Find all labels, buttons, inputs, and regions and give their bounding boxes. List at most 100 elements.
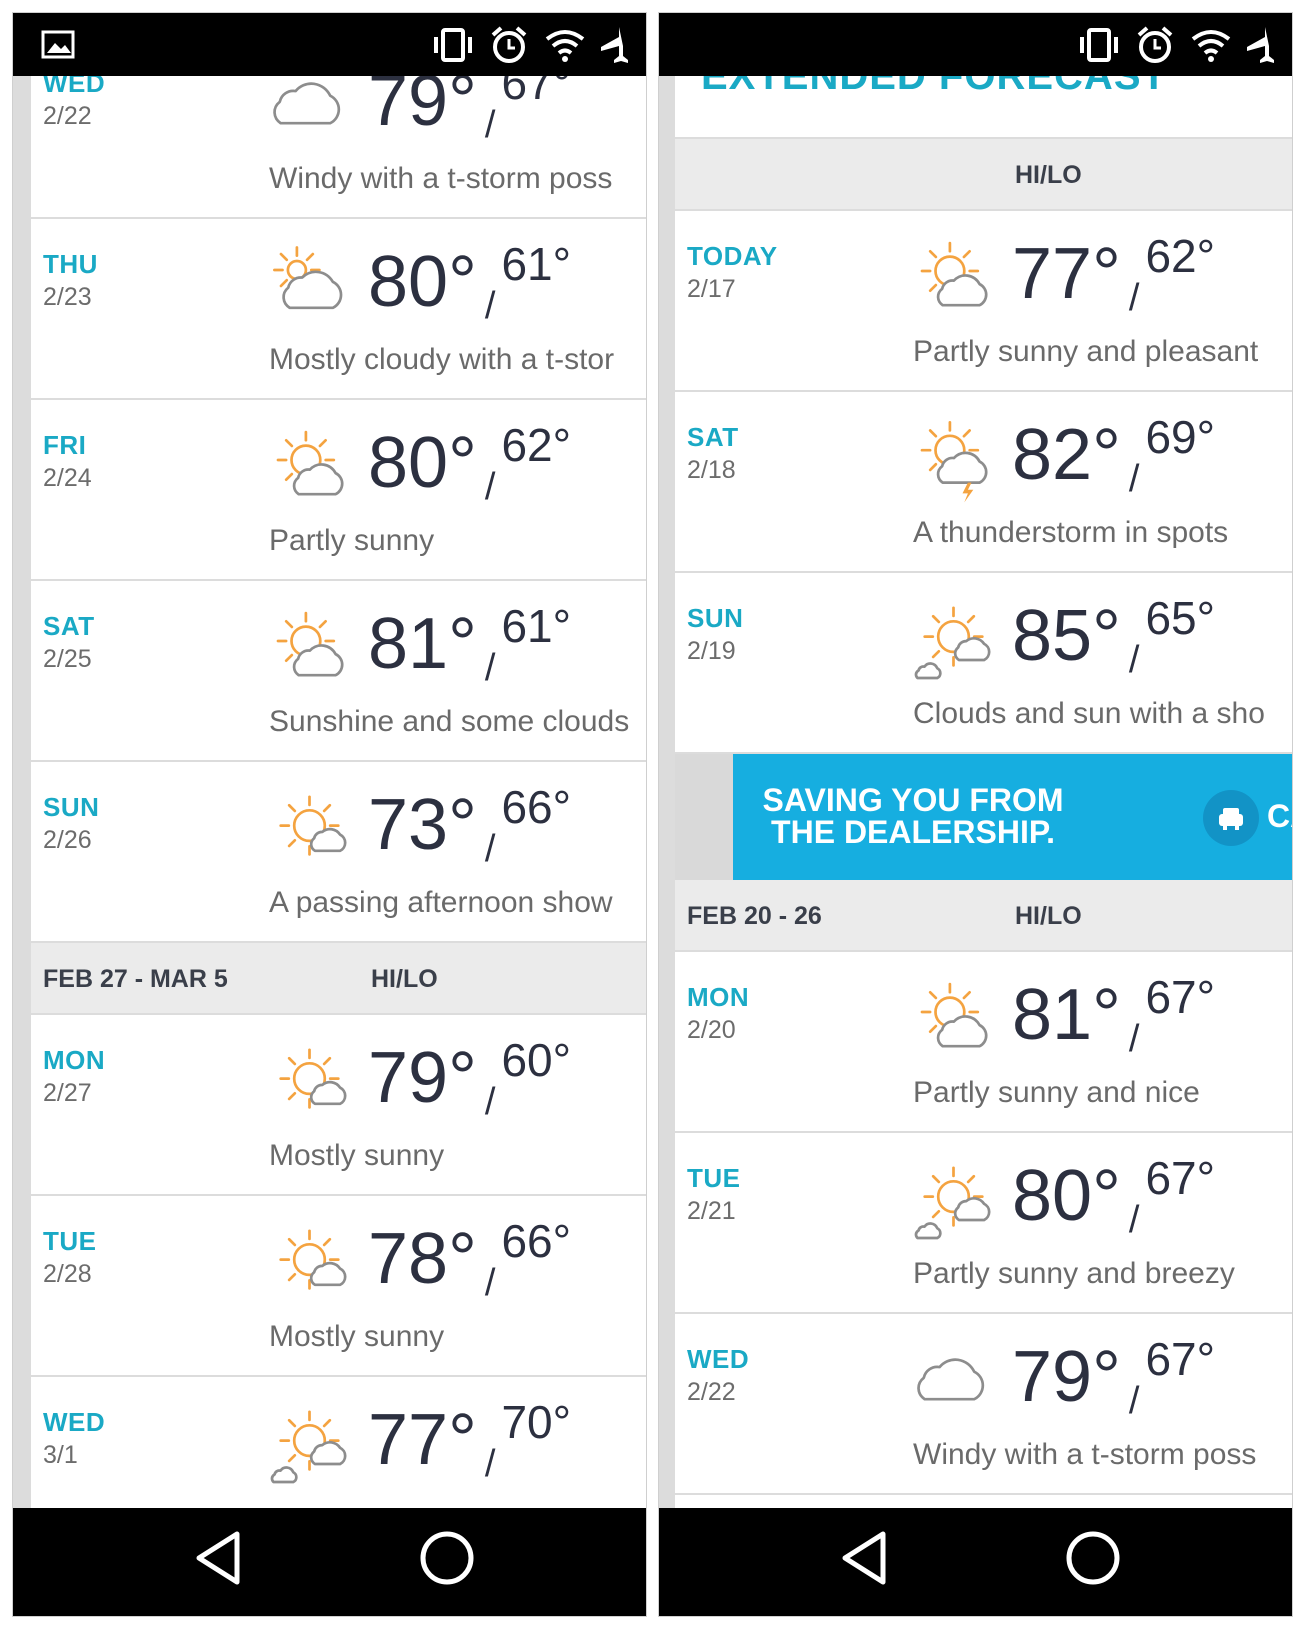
low-temperature: 67° xyxy=(1145,1333,1216,1385)
temperature-separator: / xyxy=(1128,458,1140,500)
day-forecast-row[interactable]: WED 2/22 79°/67° Windy with a t-storm po… xyxy=(675,1314,1292,1495)
forecast-scroll-view[interactable]: WED 2/22 79°/67° Windy with a t-storm po… xyxy=(13,76,646,1508)
forecast-scroll-view[interactable]: EXTENDED FORECAST HI/LO TODAY 2/17 77°/6… xyxy=(659,76,1292,1508)
day-name: SUN xyxy=(43,792,100,822)
day-forecast-row[interactable]: SAT 2/25 81°/61° Sunshine and some cloud… xyxy=(31,581,646,762)
low-temperature: 65° xyxy=(1145,592,1216,644)
temperature-separator: / xyxy=(484,1443,496,1485)
temperature-block: 79°/67° xyxy=(1012,1332,1215,1423)
week-section-header: FEB 27 - MAR 5 HI/LO xyxy=(31,943,646,1015)
day-forecast-row[interactable]: SUN 2/26 73°/66° A passing afternoon sho… xyxy=(31,762,646,943)
day-name: MON xyxy=(687,982,750,1012)
sun-behind-cloud-icon xyxy=(273,246,343,310)
low-temperature: 67° xyxy=(1145,1152,1216,1204)
left-gutter xyxy=(659,76,675,1508)
high-temperature: 79° xyxy=(368,1038,477,1118)
day-name: TUE xyxy=(43,1226,97,1256)
day-forecast-row[interactable]: TUE 2/21 80°/67° Partly sunny and breezy xyxy=(675,1133,1292,1314)
temperature-block: 85°/65° xyxy=(1012,591,1215,682)
high-temperature: 77° xyxy=(1012,234,1121,314)
high-temperature: 79° xyxy=(368,76,477,141)
temperature-separator: / xyxy=(1128,1380,1140,1422)
high-temperature: 80° xyxy=(368,423,477,503)
weather-phrase: Mostly cloudy with a t-stor xyxy=(269,343,615,376)
ad-box[interactable]: SAVING YOU FROM THE DEALERSHIP. CA xyxy=(733,754,1292,880)
week-section-header: FEB 20 - 26 HI/LO xyxy=(675,880,1292,952)
day-forecast-row[interactable]: MON 2/20 81°/67° Partly sunny and nice xyxy=(675,952,1292,1133)
day-date: 2/21 xyxy=(687,1197,736,1225)
low-temperature: 60° xyxy=(501,1034,572,1086)
back-icon[interactable] xyxy=(839,1528,889,1588)
temperature-separator: / xyxy=(484,466,496,508)
day-date: 2/26 xyxy=(43,826,92,854)
ad-headline-line-2: THE DEALERSHIP. xyxy=(771,814,1055,850)
day-name: SUN xyxy=(687,603,744,633)
ad-cta-text: CA xyxy=(1267,798,1292,834)
day-forecast-row[interactable]: SUN 2/19 85°/65° Clouds and sun with a s… xyxy=(675,573,1292,754)
day-forecast-row[interactable]: WED 2/22 79°/67° Windy with a t-storm po… xyxy=(31,76,646,219)
temperature-block: 81°/67° xyxy=(1012,970,1215,1061)
mostly-sunny-icon xyxy=(279,1229,347,1290)
day-forecast-row[interactable]: WED 3/1 77°/70° xyxy=(31,1377,646,1508)
temperature-separator: / xyxy=(1128,639,1140,681)
gallery-notification-icon xyxy=(41,30,75,59)
weather-phrase: A thunderstorm in spots xyxy=(913,516,1229,549)
temperature-separator: / xyxy=(1128,1199,1140,1241)
day-date: 2/24 xyxy=(43,464,92,492)
day-date: 2/17 xyxy=(687,275,736,303)
wifi-icon xyxy=(1191,30,1231,62)
car-icon xyxy=(1203,790,1259,846)
day-forecast-row[interactable]: MON 2/27 79°/60° Mostly sunny xyxy=(31,1015,646,1196)
day-forecast-row[interactable]: FRI 2/24 80°/62° Partly sunny xyxy=(31,400,646,581)
status-bar xyxy=(13,13,646,76)
temperature-block: 80°/62° xyxy=(368,418,571,509)
day-name: THU xyxy=(43,249,98,279)
back-icon[interactable] xyxy=(193,1528,243,1588)
day-date: 2/18 xyxy=(687,456,736,484)
high-temperature: 85° xyxy=(1012,596,1121,676)
day-forecast-row[interactable]: THU 2/23 80°/61° Mostly cloudy with a t-… xyxy=(31,219,646,400)
sun-and-clouds-shower-icon xyxy=(914,606,991,680)
day-forecast-row[interactable]: TODAY 2/17 77°/62° Partly sunny and plea… xyxy=(675,211,1292,392)
weather-phrase: Sunshine and some clouds xyxy=(269,705,630,738)
temperature-separator: / xyxy=(484,104,496,146)
temperature-block: 82°/69° xyxy=(1012,410,1215,501)
high-temperature: 82° xyxy=(1012,415,1121,495)
day-date: 2/25 xyxy=(43,645,92,673)
day-name: SAT xyxy=(43,611,95,641)
day-name: SAT xyxy=(687,422,739,452)
low-temperature: 69° xyxy=(1145,411,1216,463)
weather-phrase: Partly sunny and nice xyxy=(913,1076,1200,1109)
status-bar xyxy=(659,13,1292,76)
partly-sunny-thunderstorm-icon xyxy=(920,420,988,503)
temperature-separator: / xyxy=(1128,277,1140,319)
temperature-block: 80°/67° xyxy=(1012,1151,1215,1242)
daily-forecast-list[interactable]: WED 2/22 79°/67° Windy with a t-storm po… xyxy=(31,76,646,1508)
navigation-bar xyxy=(13,1508,646,1616)
daily-forecast-list[interactable]: EXTENDED FORECAST HI/LO TODAY 2/17 77°/6… xyxy=(675,76,1292,1495)
day-date: 2/20 xyxy=(687,1016,736,1044)
week-range-label: FEB 27 - MAR 5 xyxy=(43,965,228,993)
low-temperature: 61° xyxy=(501,600,572,652)
high-temperature: 81° xyxy=(1012,975,1121,1055)
hi-lo-label: HI/LO xyxy=(371,965,438,993)
home-icon[interactable] xyxy=(1065,1528,1121,1588)
day-date: 2/22 xyxy=(43,102,92,130)
sun-and-clouds-shower-icon xyxy=(914,1166,991,1240)
cloud-icon xyxy=(917,1358,985,1401)
sun-and-clouds-shower-icon xyxy=(270,1410,347,1484)
advertisement-banner[interactable]: SAVING YOU FROM THE DEALERSHIP. CA xyxy=(675,754,1292,880)
vibrate-icon xyxy=(1080,28,1118,62)
home-icon[interactable] xyxy=(419,1528,475,1588)
day-name: WED xyxy=(43,1407,106,1437)
day-name: MON xyxy=(43,1045,106,1075)
temperature-block: 77°/70° xyxy=(368,1395,571,1486)
vibrate-icon xyxy=(434,28,472,62)
temperature-separator: / xyxy=(1128,1018,1140,1060)
temperature-separator: / xyxy=(484,1262,496,1304)
day-forecast-row[interactable]: TUE 2/28 78°/66° Mostly sunny xyxy=(31,1196,646,1377)
extended-forecast-title: EXTENDED FORECAST xyxy=(701,76,1167,98)
day-date: 2/28 xyxy=(43,1260,92,1288)
day-forecast-row[interactable]: SAT 2/18 82°/69° A thunderstorm in spots xyxy=(675,392,1292,573)
wifi-icon xyxy=(545,30,585,62)
